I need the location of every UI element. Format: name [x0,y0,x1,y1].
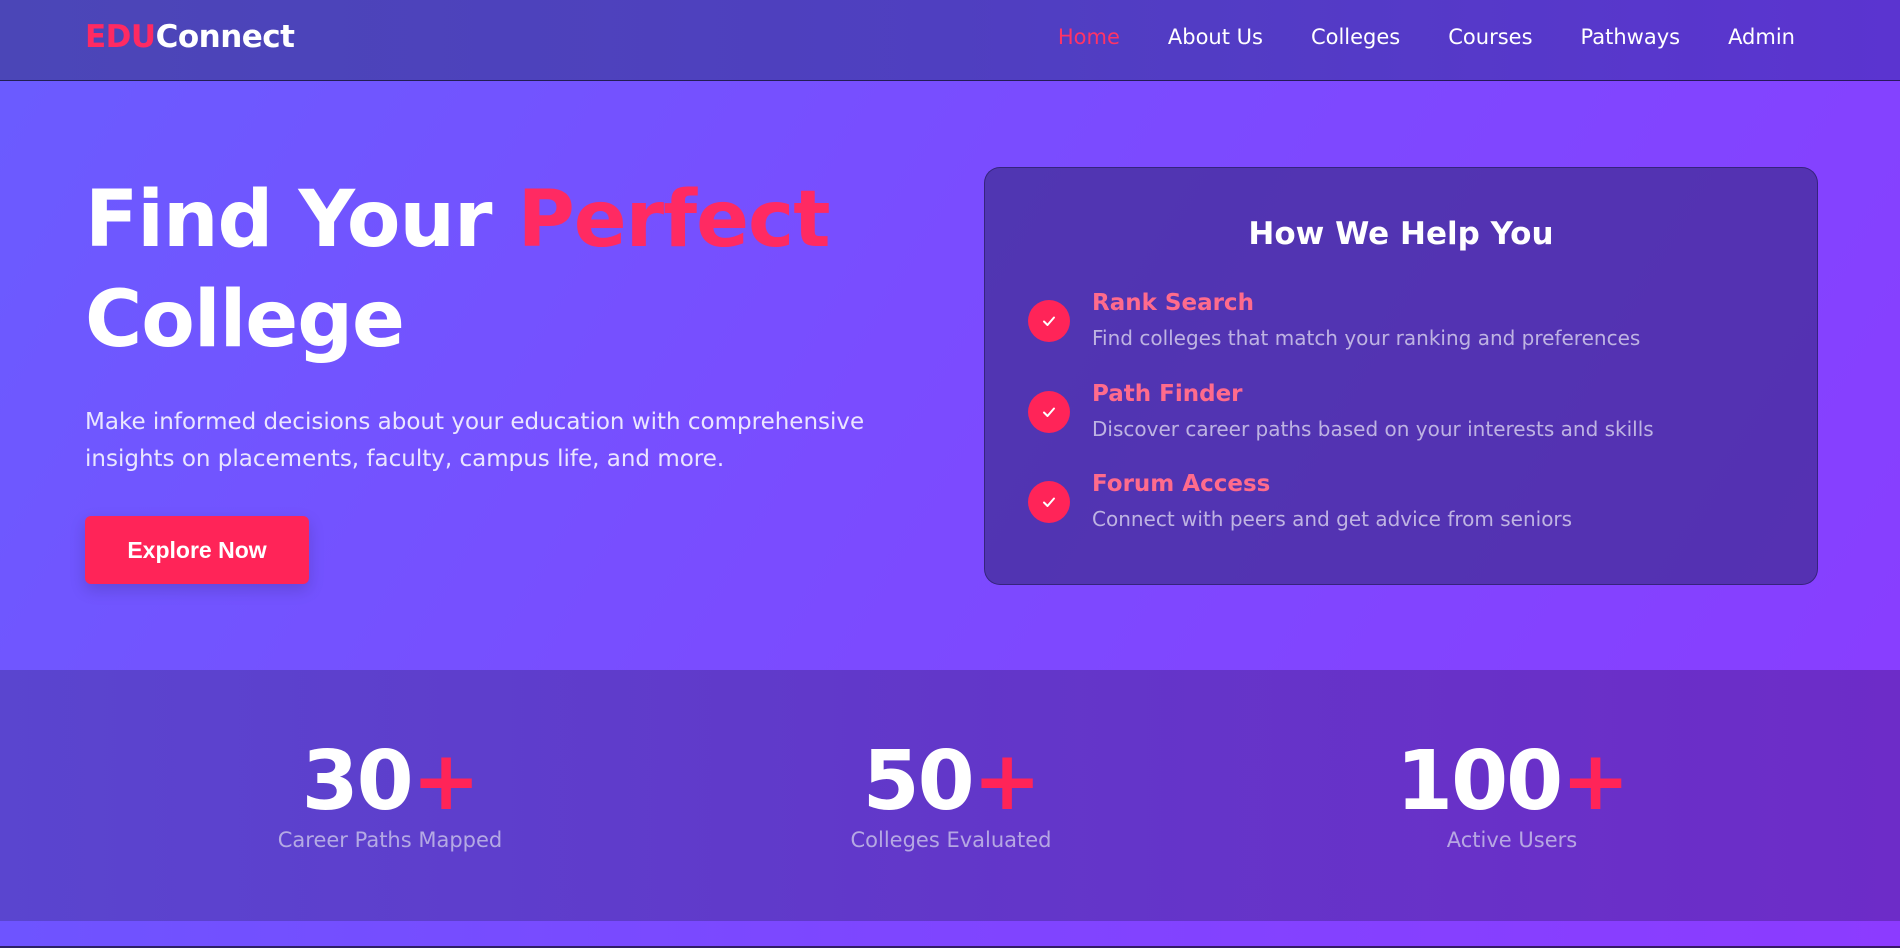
stat-label: Colleges Evaluated [850,828,1052,852]
nav-link-home[interactable]: Home [1058,25,1120,49]
bottom-strip [0,921,1900,948]
help-item-title: Forum Access [1092,471,1271,497]
help-item-description: Find colleges that match your ranking an… [1092,326,1641,350]
check-icon [1028,481,1070,523]
stats-section: 30+ Career Paths Mapped 50+ Colleges Eva… [0,670,1900,921]
brand-logo[interactable]: EDUConnect [85,19,295,55]
brand-suffix: Connect [155,19,295,55]
page: EDUConnect Home About Us Colleges Course… [0,0,1900,948]
stat-value: 30+ [130,737,650,827]
stat-value: 100+ [1252,737,1772,827]
help-item-description: Connect with peers and get advice from s… [1092,507,1573,531]
stat-career-paths: 30+ Career Paths Mapped [130,670,650,921]
stat-plus: + [972,734,1042,829]
hero-title-part1: Find Your [85,175,518,265]
nav-link-admin[interactable]: Admin [1728,25,1795,49]
help-card-title: How We Help You [1248,216,1554,252]
help-item-description: Discover career paths based on your inte… [1092,417,1654,441]
stat-value: 50+ [691,737,1211,827]
nav-link-colleges[interactable]: Colleges [1311,25,1400,49]
help-item-title: Path Finder [1092,381,1243,407]
stat-label: Career Paths Mapped [277,828,503,852]
check-icon [1028,391,1070,433]
stat-plus: + [411,734,481,829]
nav-link-about-us[interactable]: About Us [1168,25,1263,49]
stat-colleges: 50+ Colleges Evaluated [691,670,1211,921]
help-item-path-finder: Path Finder Discover career paths based … [1028,381,1788,451]
brand-prefix: EDU [85,19,156,55]
stat-number: 30 [301,734,414,829]
hero-subtitle: Make informed decisions about your educa… [85,409,865,472]
explore-now-button[interactable]: Explore Now [85,516,309,584]
stat-number: 50 [862,734,975,829]
navbar: EDUConnect Home About Us Colleges Course… [0,0,1900,81]
help-item-title: Rank Search [1092,290,1254,316]
help-item-rank-search: Rank Search Find colleges that match you… [1028,290,1788,360]
stat-plus: + [1561,734,1630,829]
help-item-forum-access: Forum Access Connect with peers and get … [1028,471,1788,541]
stat-number: 100 [1396,734,1563,829]
stat-active-users: 100+ Active Users [1252,670,1772,921]
main-nav: Home About Us Colleges Courses Pathways … [1058,25,1795,49]
hero-title-part2: College [85,275,405,365]
hero-title-accent: Perfect [517,175,831,265]
hero-title: Find Your Perfect College [85,170,945,370]
stat-label: Active Users [1446,828,1578,852]
nav-link-courses[interactable]: Courses [1448,25,1532,49]
hero-section: Find Your Perfect College Make informed … [85,170,945,478]
nav-link-pathways[interactable]: Pathways [1581,25,1681,49]
check-icon [1028,300,1070,342]
how-we-help-card: How We Help You Rank Search Find college… [984,167,1818,585]
